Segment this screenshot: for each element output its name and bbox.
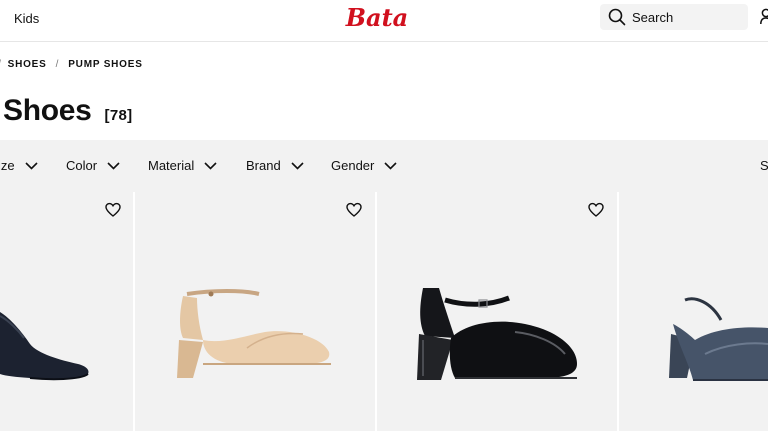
- breadcrumb-separator: /: [55, 58, 60, 70]
- filter-label: ize: [0, 158, 15, 173]
- page-title-row: Shoes [78]: [3, 94, 132, 128]
- filter-label: Brand: [246, 158, 281, 173]
- breadcrumb-separator: /: [0, 59, 2, 70]
- search-placeholder: Search: [632, 9, 674, 25]
- filter-label: Material: [148, 158, 195, 173]
- site-header: Kids Bata Search: [0, 0, 768, 42]
- filter-size[interactable]: ize: [0, 158, 38, 173]
- user-icon[interactable]: [760, 8, 768, 26]
- breadcrumb-pump-shoes[interactable]: PUMP SHOES: [68, 59, 143, 70]
- product-image: [417, 288, 577, 380]
- product-image: [669, 297, 768, 381]
- heart-icon[interactable]: [346, 202, 362, 218]
- product-image: [0, 312, 89, 381]
- product-image: [177, 289, 331, 378]
- chevron-down-icon: [384, 161, 397, 170]
- bata-logo[interactable]: Bata: [333, 3, 421, 32]
- filter-color[interactable]: Color: [66, 158, 120, 173]
- chevron-down-icon: [204, 161, 217, 170]
- search-box[interactable]: Search: [600, 4, 748, 30]
- sort-button[interactable]: S: [760, 158, 768, 173]
- page-title: Shoes: [3, 94, 92, 127]
- filter-bar: ize Color Material Brand Gender S: [0, 140, 768, 192]
- filter-gender[interactable]: Gender: [331, 158, 397, 173]
- product-count: [78]: [104, 107, 133, 124]
- product-grid: [0, 192, 768, 431]
- product-card[interactable]: [0, 192, 133, 431]
- chevron-down-icon: [25, 161, 38, 170]
- chevron-down-icon: [107, 161, 120, 170]
- logo-text: Bata: [345, 4, 408, 32]
- heart-icon[interactable]: [105, 202, 121, 218]
- product-card[interactable]: [377, 192, 617, 431]
- filter-label: Gender: [331, 158, 375, 173]
- search-icon: [608, 8, 626, 26]
- breadcrumb-shoes[interactable]: SHOES: [8, 59, 47, 70]
- nav-link-kids[interactable]: Kids: [14, 11, 39, 26]
- product-card[interactable]: [135, 192, 375, 431]
- product-card[interactable]: [619, 192, 768, 431]
- filter-label: Color: [66, 158, 98, 173]
- heart-icon[interactable]: [588, 202, 604, 218]
- filter-brand[interactable]: Brand: [246, 158, 304, 173]
- breadcrumb: / SHOES / PUMP SHOES: [0, 57, 143, 71]
- filter-material[interactable]: Material: [148, 158, 217, 173]
- chevron-down-icon: [291, 161, 304, 170]
